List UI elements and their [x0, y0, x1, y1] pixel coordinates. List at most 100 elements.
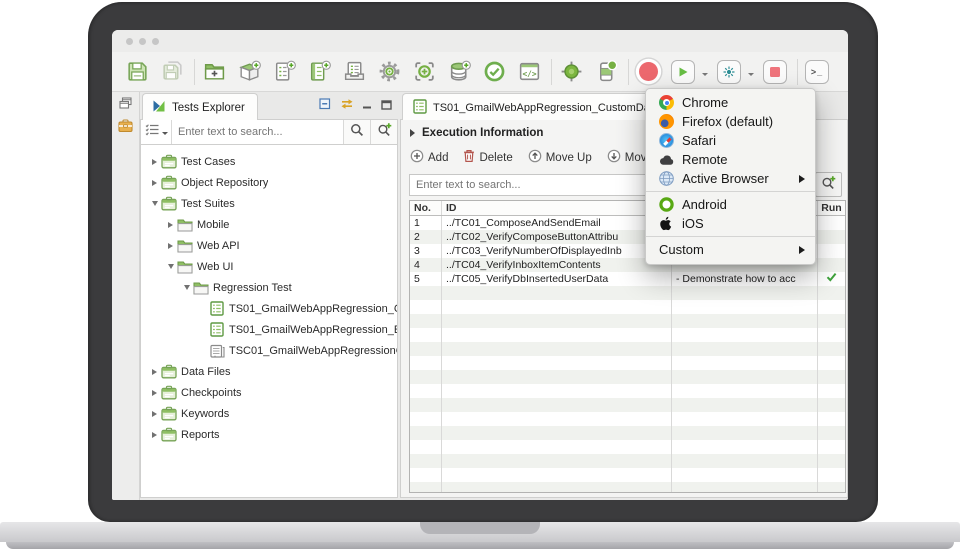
dropdown-caret-icon[interactable]: [748, 72, 754, 79]
new-test-suite-button[interactable]: [306, 59, 332, 85]
tree-item-data-files[interactable]: Data Files: [141, 361, 397, 382]
tree-item-web-ui[interactable]: Web UI: [141, 256, 397, 277]
toolbar-separator: [797, 58, 798, 85]
debug-button[interactable]: [716, 59, 742, 85]
run-checkbox[interactable]: [818, 230, 845, 244]
cell-run: [818, 370, 845, 384]
tree-expand-arrow-icon[interactable]: [149, 179, 160, 186]
cell-id: [442, 482, 672, 492]
tree-item-label: Reports: [181, 428, 220, 441]
stop-button[interactable]: [762, 59, 788, 85]
menu-item-custom[interactable]: Custom: [646, 240, 815, 259]
tree-item-checkpoints[interactable]: Checkpoints: [141, 382, 397, 403]
capture-object-button[interactable]: [411, 59, 437, 85]
menu-item-firefox-default-[interactable]: Firefox (default): [646, 112, 815, 131]
laptop-mockup: </>>_ Tests Explorer Test CasesObject R: [0, 0, 960, 553]
menu-item-ios[interactable]: iOS: [646, 214, 815, 233]
cell-run: [818, 356, 845, 370]
tree-expand-arrow-icon[interactable]: [149, 410, 160, 417]
save-all-button[interactable]: [159, 59, 185, 85]
run-checkbox[interactable]: [818, 216, 845, 230]
advanced-search-button[interactable]: [370, 120, 397, 144]
test-suite-icon: [413, 98, 427, 117]
dropdown-caret-icon[interactable]: [702, 72, 708, 79]
tree-item-ts01-gmailwebappregression-c[interactable]: TS01_GmailWebAppRegression_C: [141, 298, 397, 319]
tree-item-web-api[interactable]: Web API: [141, 235, 397, 256]
add-button[interactable]: Add: [410, 149, 448, 166]
column-header-id[interactable]: ID: [442, 201, 672, 215]
window-control-dot[interactable]: [126, 38, 133, 45]
cell-no: 3: [410, 244, 442, 258]
column-header-no[interactable]: No.: [410, 201, 442, 215]
maximize-button[interactable]: [381, 97, 392, 115]
filter-button[interactable]: [141, 120, 172, 144]
delete-button[interactable]: Delete: [463, 149, 513, 166]
cell-description: [672, 412, 818, 426]
run-checkbox[interactable]: [818, 272, 845, 286]
tree-expand-arrow-icon[interactable]: [149, 201, 160, 206]
menu-item-safari[interactable]: Safari: [646, 131, 815, 150]
custom-keyword-button[interactable]: </>: [516, 59, 542, 85]
new-data-file-button[interactable]: [446, 59, 472, 85]
tree-expand-arrow-icon[interactable]: [149, 431, 160, 438]
app-window: </>>_ Tests Explorer Test CasesObject R: [112, 30, 848, 500]
action-button-label: Move Up: [545, 151, 592, 164]
menu-item-chrome[interactable]: Chrome: [646, 93, 815, 112]
tree-item-test-suites[interactable]: Test Suites: [141, 193, 397, 214]
tree-item-reports[interactable]: Reports: [141, 424, 397, 445]
explorer-search-input[interactable]: [172, 120, 343, 144]
tree-expand-arrow-icon[interactable]: [165, 264, 176, 269]
tree-item-ts01-gmailwebappregression-e[interactable]: TS01_GmailWebAppRegression_E: [141, 319, 397, 340]
window-control-dot[interactable]: [139, 38, 146, 45]
test-suite-collection-button[interactable]: [341, 59, 367, 85]
table-row[interactable]: 5 ../TC05_VerifyDbInsertedUserData - Demon…: [410, 272, 845, 286]
save-button[interactable]: [124, 59, 150, 85]
run-checkbox[interactable]: [818, 244, 845, 258]
tree-item-test-cases[interactable]: Test Cases: [141, 151, 397, 172]
run-checkbox[interactable]: [818, 258, 845, 272]
tree-expand-arrow-icon[interactable]: [149, 368, 160, 375]
tree-item-tsc01-gmailwebappregressionc[interactable]: TSC01_GmailWebAppRegressionC: [141, 340, 397, 361]
cell-description: [672, 314, 818, 328]
tree-item-keywords[interactable]: Keywords: [141, 403, 397, 424]
toolbox-icon[interactable]: [112, 114, 139, 136]
cell-no: 5: [410, 272, 442, 286]
record-mobile-button[interactable]: [593, 59, 619, 85]
tree-item-regression-test[interactable]: Regression Test: [141, 277, 397, 298]
menu-item-active-browser[interactable]: Active Browser: [646, 169, 815, 188]
sync-button[interactable]: [340, 97, 354, 115]
table-empty-row: [410, 300, 845, 314]
collapse-all-button[interactable]: [319, 97, 332, 115]
tree-expand-arrow-icon[interactable]: [165, 221, 176, 228]
tab-test-suite[interactable]: TS01_GmailWebAppRegression_CustomDa: [402, 93, 661, 121]
checkpoint-button[interactable]: [481, 59, 507, 85]
globe-icon: [659, 171, 674, 186]
tree-item-object-repository[interactable]: Object Repository: [141, 172, 397, 193]
window-control-dot[interactable]: [152, 38, 159, 45]
tab-tests-explorer[interactable]: Tests Explorer: [142, 93, 258, 121]
new-folder-button[interactable]: [201, 59, 227, 85]
new-test-case-button[interactable]: [271, 59, 297, 85]
search-button[interactable]: [343, 120, 370, 144]
console-button[interactable]: >_: [804, 59, 830, 85]
new-package-button[interactable]: [236, 59, 262, 85]
tree-expand-arrow-icon[interactable]: [149, 158, 160, 165]
run-button[interactable]: [670, 59, 696, 85]
menu-item-remote[interactable]: Remote: [646, 150, 815, 169]
tree-expand-arrow-icon[interactable]: [165, 242, 176, 249]
column-header-run[interactable]: Run: [818, 201, 845, 215]
minimize-button[interactable]: [362, 97, 373, 115]
suite-advanced-search-button[interactable]: [815, 172, 842, 197]
restore-panel-icon[interactable]: [112, 92, 139, 114]
menu-item-android[interactable]: Android: [646, 195, 815, 214]
tree-expand-arrow-icon[interactable]: [149, 389, 160, 396]
record-button[interactable]: [635, 59, 661, 85]
tree-item-mobile[interactable]: Mobile: [141, 214, 397, 235]
tree-expand-arrow-icon[interactable]: [181, 285, 192, 290]
tree-item-label: Checkpoints: [181, 386, 242, 399]
move-up-button[interactable]: Move Up: [528, 149, 592, 166]
collapsed-panel-strip: [112, 92, 140, 500]
spy-web-button[interactable]: [558, 59, 584, 85]
settings-gear-button[interactable]: [376, 59, 402, 85]
execution-information-section[interactable]: Execution Information: [410, 127, 543, 139]
